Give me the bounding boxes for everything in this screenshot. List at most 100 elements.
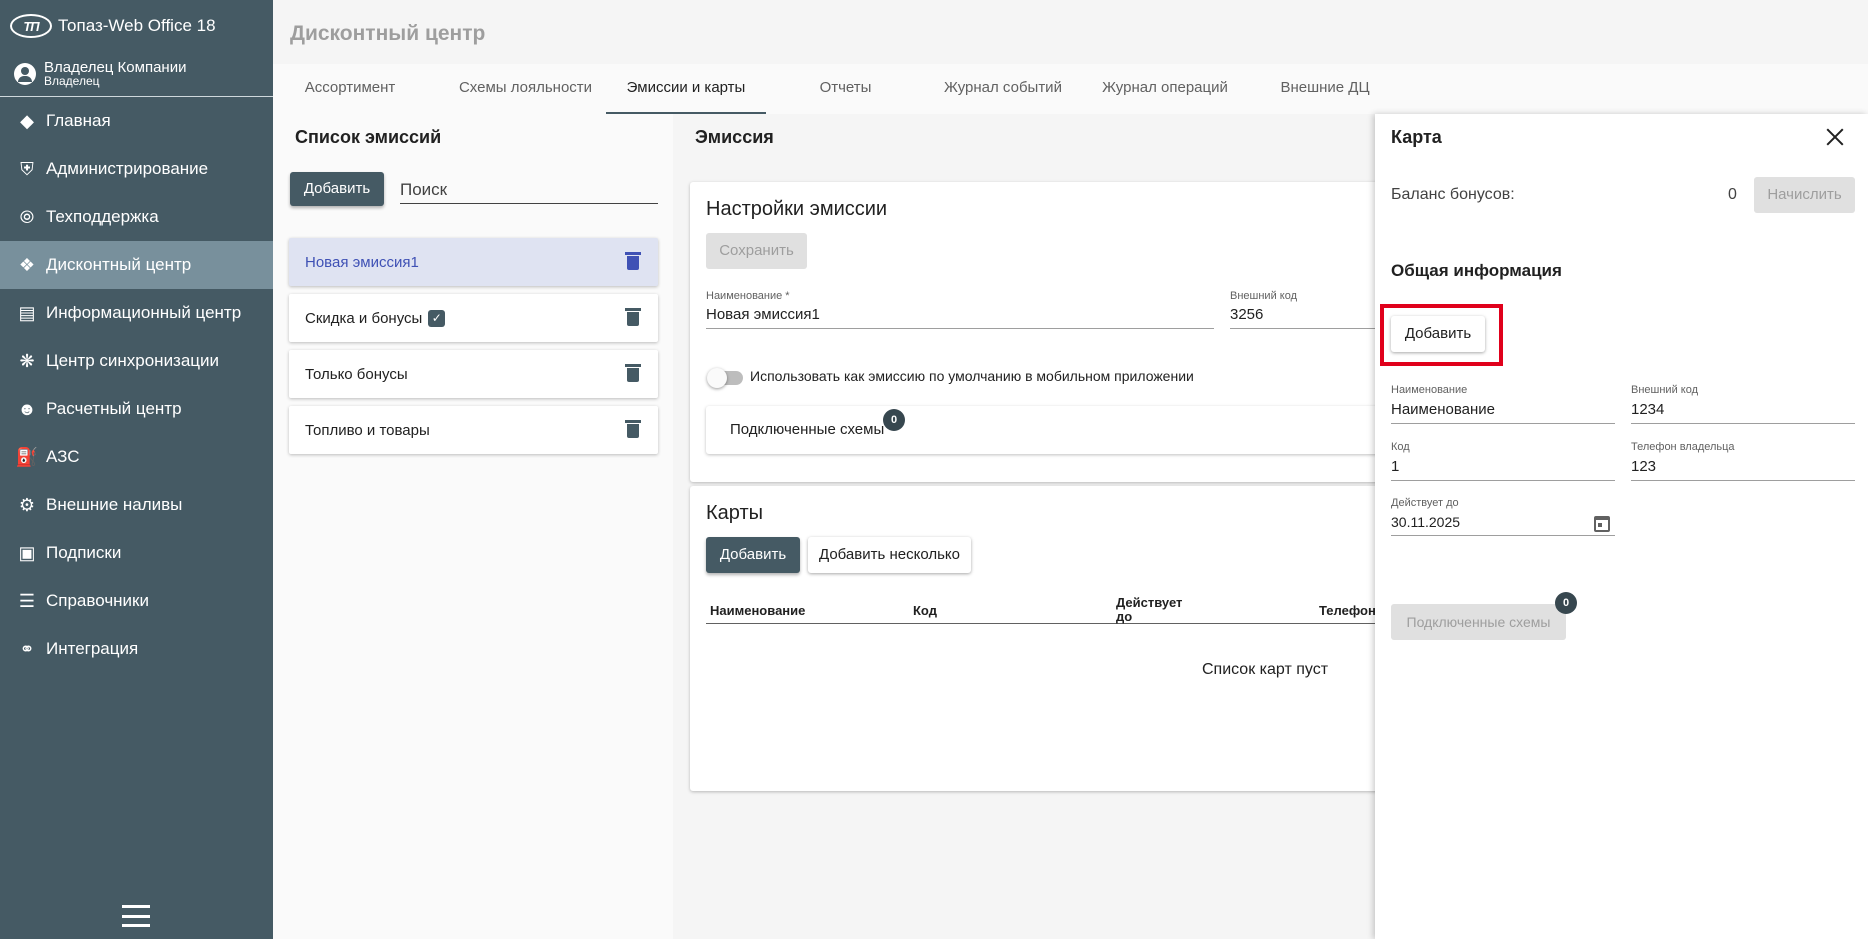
page-title: Дисконтный центр <box>290 22 486 45</box>
sidebar-item-external-fills[interactable]: ⚙ Внешние наливы <box>0 481 273 529</box>
gears-icon: ⚙ <box>18 494 36 515</box>
page-header: Дисконтный центр Ассортимент Схемы лояль… <box>273 0 1868 114</box>
tab-external-dc[interactable]: Внешние ДЦ <box>1255 64 1395 114</box>
emission-item-label: Только бонусы <box>305 365 408 383</box>
name-field-label: Наименование * <box>706 290 790 302</box>
sidebar-item-subscriptions[interactable]: ▣ Подписки <box>0 529 273 577</box>
sidebar-item-sync-center[interactable]: ❋ Центр синхронизации <box>0 337 273 385</box>
sidebar-item-label: Внешние наливы <box>46 495 183 514</box>
trash-icon[interactable] <box>625 420 641 438</box>
admin-shield-icon: ⛨ <box>20 158 34 179</box>
sidebar-item-main[interactable]: ◆ Главная <box>0 97 273 145</box>
user-name: Владелец Компании <box>44 59 187 76</box>
sidebar-item-label: Справочники <box>46 591 149 610</box>
bonus-balance-label: Баланс бонусов: <box>1391 186 1515 203</box>
sidebar-item-info-center[interactable]: ▤ Информационный центр <box>0 289 273 337</box>
user-profile[interactable]: Владелец Компании Владелец <box>0 52 273 97</box>
cards-card: Карты Добавить Добавить несколько Наимен… <box>690 486 1406 791</box>
sidebar-item-billing-center[interactable]: ☻ Расчетный центр <box>0 385 273 433</box>
ext-code-field[interactable]: 3256 <box>1230 306 1390 329</box>
tab-operation-log[interactable]: Журнал операций <box>1085 64 1245 114</box>
book-icon: ☰ <box>18 590 36 611</box>
calendar-icon[interactable] <box>1594 516 1610 532</box>
fuel-pump-icon: ⛽ <box>15 446 39 467</box>
add-card-button[interactable]: Добавить <box>706 537 800 573</box>
owner-phone-label: Телефон владельца <box>1631 441 1735 453</box>
sidebar-item-integration[interactable]: ⚭ Интеграция <box>0 625 273 673</box>
sidebar-item-support[interactable]: ⦾ Техподдержка <box>0 193 273 241</box>
general-info-title: Общая информация <box>1391 261 1562 280</box>
column-phone[interactable]: Телефон <box>1319 604 1376 618</box>
card-side-panel: Карта Баланс бонусов: 0 Начислить Общая … <box>1375 114 1868 939</box>
tab-emissions-cards[interactable]: Эмиссии и карты <box>606 64 766 114</box>
ext-code-field-label: Внешний код <box>1230 290 1298 302</box>
integration-icon: ⚭ <box>19 638 35 659</box>
trash-icon[interactable] <box>625 252 641 270</box>
emission-title: Эмиссия <box>695 127 774 147</box>
tab-reports[interactable]: Отчеты <box>773 64 918 114</box>
owner-phone-field[interactable]: 123 <box>1631 458 1855 481</box>
tab-event-log[interactable]: Журнал событий <box>928 64 1078 114</box>
app-title: Топаз-Web Office 18 <box>58 16 216 35</box>
tab-loyalty-schemes[interactable]: Схемы лояльности <box>438 64 613 114</box>
app-brand[interactable]: ТП Топаз-Web Office 18 <box>0 0 273 52</box>
sidebar: ТП Топаз-Web Office 18 Владелец Компании… <box>0 0 273 939</box>
default-emission-toggle-label: Использовать как эмиссию по умолчанию в … <box>750 368 1194 384</box>
checked-icon: ✓ <box>428 309 446 327</box>
save-button[interactable]: Сохранить <box>706 233 807 269</box>
column-name[interactable]: Наименование <box>710 604 805 618</box>
connected-schemes-label: Подключенные схемы <box>730 421 885 438</box>
user-role: Владелец <box>44 74 100 88</box>
column-code[interactable]: Код <box>913 604 937 618</box>
valid-until-field[interactable]: 30.11.2025 <box>1391 514 1615 536</box>
emission-list-panel: Список эмиссий Добавить Поиск Новая эмис… <box>273 114 673 939</box>
tab-bar: Ассортимент Схемы лояльности Эмиссии и к… <box>273 64 1868 114</box>
card-code-field[interactable]: 1 <box>1391 458 1615 481</box>
emission-list-title: Список эмиссий <box>295 127 442 147</box>
add-emission-button[interactable]: Добавить <box>290 172 384 206</box>
trash-icon[interactable] <box>625 308 641 326</box>
trash-icon[interactable] <box>625 364 641 382</box>
sidebar-item-label: Информационный центр <box>46 303 242 322</box>
column-valid-until[interactable]: Действует до <box>1116 596 1186 624</box>
account-icon <box>14 63 36 85</box>
tag-icon: ❖ <box>18 254 36 275</box>
connected-schemes-button[interactable]: Подключенные схемы <box>1391 604 1566 640</box>
cards-title: Карты <box>706 502 763 524</box>
close-icon[interactable] <box>1826 128 1844 146</box>
emission-item-fuel-goods[interactable]: Топливо и товары <box>289 406 658 454</box>
gem-icon: ◆ <box>20 110 34 131</box>
tab-assortment[interactable]: Ассортимент <box>285 64 415 114</box>
emission-item-new-emission1[interactable]: Новая эмиссия1 <box>289 238 658 286</box>
emission-panel: Эмиссия Настройки эмиссии Сохранить Наим… <box>675 114 1406 939</box>
document-icon: ▤ <box>18 302 36 323</box>
card-schemes-count: 0 <box>1555 592 1577 614</box>
sidebar-item-label: Расчетный центр <box>46 399 182 418</box>
emission-item-discount-bonuses[interactable]: Скидка и бонусы ✓ <box>289 294 658 342</box>
sidebar-item-label: Интеграция <box>46 639 139 658</box>
sidebar-item-directories[interactable]: ☰ Справочники <box>0 577 273 625</box>
emission-item-bonuses-only[interactable]: Только бонусы <box>289 350 658 398</box>
sidebar-item-label: Подписки <box>46 543 122 562</box>
people-icon: ☻ <box>17 398 37 419</box>
sidebar-item-discount-center[interactable]: ❖ Дисконтный центр <box>0 241 273 289</box>
card-ext-code-field[interactable]: 1234 <box>1631 401 1855 424</box>
search-input[interactable]: Поиск <box>400 174 658 204</box>
accrue-bonuses-button[interactable]: Начислить <box>1754 177 1855 213</box>
card-name-field[interactable]: Наименование <box>1391 401 1615 424</box>
add-multiple-cards-button[interactable]: Добавить несколько <box>808 537 971 573</box>
add-info-button[interactable]: Добавить <box>1391 316 1485 352</box>
sidebar-item-label: Центр синхронизации <box>46 351 220 370</box>
emission-item-label: Скидка и бонусы <box>305 309 423 327</box>
menu-icon[interactable] <box>122 905 150 927</box>
emission-settings-title: Настройки эмиссии <box>706 198 888 220</box>
default-emission-toggle[interactable] <box>707 368 743 388</box>
sidebar-item-administration[interactable]: ⛨ Администрирование <box>0 145 273 193</box>
bonus-balance-value: 0 <box>1728 186 1737 203</box>
sidebar-item-gas-stations[interactable]: ⛽ АЗС <box>0 433 273 481</box>
card-name-label: Наименование <box>1391 384 1468 396</box>
cards-table-header: Наименование Код Действует до Телефон <box>706 596 1406 624</box>
emission-name-field[interactable]: Новая эмиссия1 <box>706 306 1214 329</box>
connected-schemes-expander[interactable]: Подключенные схемы 0 <box>706 406 1406 454</box>
emission-item-label: Топливо и товары <box>305 421 430 439</box>
